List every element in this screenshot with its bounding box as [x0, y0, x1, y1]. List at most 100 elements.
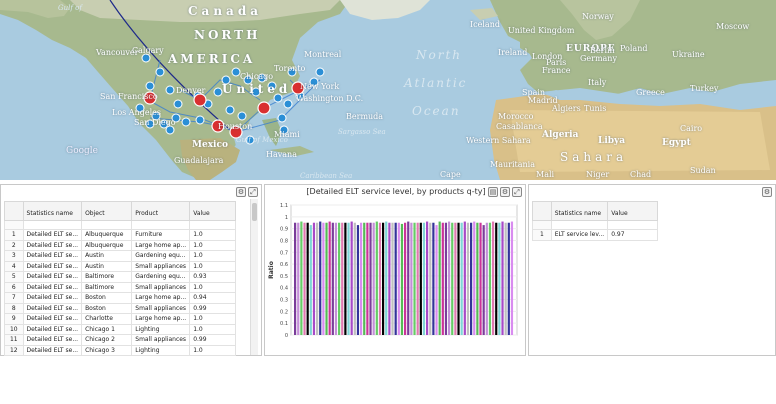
chart-bar[interactable] [495, 222, 498, 335]
cell-value[interactable]: 1.0 [189, 281, 236, 293]
chart-bar[interactable] [375, 221, 378, 335]
chart-bar[interactable] [385, 221, 388, 335]
warehouse-marker[interactable] [195, 115, 205, 125]
cell-product[interactable]: Small appliances [131, 334, 191, 346]
chart-bar[interactable] [407, 221, 410, 335]
cell-value[interactable]: 1.0 [189, 323, 236, 335]
expand-icon[interactable]: ⤢ [512, 187, 522, 197]
chart-bar[interactable] [363, 222, 366, 335]
chart-bar[interactable] [419, 222, 422, 335]
chart-bar[interactable] [410, 222, 413, 335]
chart-bar[interactable] [466, 222, 470, 335]
bar-chart[interactable]: 0 0.1 0.2 0.3 0.4 0.5 0.6 0.7 0.8 0.9 1 1.1 Ratio [265, 199, 525, 355]
cell-object[interactable]: Albuquerque [81, 229, 133, 241]
chart-bar[interactable] [422, 222, 426, 335]
row-index[interactable]: 7 [4, 292, 24, 304]
chart-bar[interactable] [382, 222, 385, 335]
filter-cell[interactable] [532, 220, 552, 230]
cell-product[interactable]: Small appliances [131, 302, 191, 314]
cell-statistics-name[interactable]: Detailed ELT se... [22, 323, 83, 335]
table-view-icon[interactable]: ▤ [488, 187, 498, 197]
row-index[interactable]: 4 [4, 260, 24, 272]
warehouse-marker[interactable] [181, 117, 191, 127]
warehouse-marker[interactable] [145, 81, 155, 91]
cell-object[interactable]: Austin [81, 250, 133, 262]
chart-bar[interactable] [347, 222, 350, 335]
warehouse-marker[interactable] [173, 99, 183, 109]
table-scrollbar[interactable] [250, 199, 258, 355]
row-index[interactable]: 5 [4, 271, 24, 283]
table-row[interactable]: 7 Detailed ELT se... Boston Large home ap..… [4, 292, 236, 304]
cell-value[interactable]: 1.0 [189, 229, 236, 241]
chart-bar[interactable] [319, 221, 322, 335]
chart-bar[interactable] [413, 222, 416, 335]
chart-bar[interactable] [507, 222, 510, 335]
table-row[interactable]: 1 ELT service lev... 0.97 [532, 229, 658, 241]
chart-bar[interactable] [473, 221, 476, 335]
cell-value[interactable]: 0.99 [189, 334, 236, 346]
table-row[interactable]: 1 Detailed ELT se... Albuquerque Furniture 1… [4, 229, 236, 241]
row-index[interactable]: 1 [4, 229, 24, 241]
filter-cell[interactable] [607, 220, 658, 230]
settings-icon[interactable]: ⚙ [762, 187, 772, 197]
chart-bar[interactable] [432, 222, 435, 335]
chart-bar[interactable] [504, 222, 507, 335]
cell-value[interactable]: 1.0 [189, 313, 236, 325]
chart-bar[interactable] [438, 221, 441, 335]
warehouse-marker[interactable] [155, 67, 165, 77]
warehouse-marker[interactable] [165, 125, 175, 135]
chart-bar[interactable] [426, 221, 429, 335]
cell-value[interactable]: 1.0 [189, 250, 236, 262]
chart-bar[interactable] [297, 222, 300, 335]
chart-bar[interactable] [300, 221, 303, 335]
row-index[interactable]: 10 [4, 323, 24, 335]
chart-bar[interactable] [328, 221, 331, 335]
cell-statistics-name[interactable]: Detailed ELT se... [22, 292, 83, 304]
cell-value[interactable]: 1.0 [189, 239, 236, 251]
expand-icon[interactable]: ⤢ [248, 187, 258, 197]
cell-object[interactable]: Baltimore [81, 271, 133, 283]
cell-value[interactable]: 0.93 [189, 271, 236, 283]
table-header-statistics-name[interactable]: Statistics name [550, 201, 609, 221]
chart-bar[interactable] [338, 222, 341, 335]
row-index[interactable]: 3 [4, 250, 24, 262]
cell-value[interactable]: 1.0 [189, 260, 236, 272]
chart-bar[interactable] [488, 222, 492, 335]
cell-object[interactable]: Chicago 3 [81, 344, 133, 356]
settings-icon[interactable]: ⚙ [500, 187, 510, 197]
chart-bar[interactable] [344, 222, 347, 335]
warehouse-marker[interactable] [231, 67, 241, 77]
table-row[interactable]: 9 Detailed ELT se... Charlotte Large home a… [4, 313, 236, 325]
chart-bar[interactable] [429, 222, 432, 335]
cell-statistics-name[interactable]: Detailed ELT se... [22, 239, 83, 251]
table-row[interactable]: 3 Detailed ELT se... Austin Gardening equ..… [4, 250, 236, 262]
chart-bar[interactable] [312, 222, 316, 335]
cell-product[interactable]: Large home ap... [131, 292, 191, 304]
chart-bar[interactable] [479, 222, 482, 335]
chart-bar[interactable] [501, 221, 504, 335]
chart-bar[interactable] [369, 222, 372, 335]
chart-bar[interactable] [416, 222, 419, 335]
warehouse-marker[interactable] [277, 113, 287, 123]
scrollbar-thumb[interactable] [252, 203, 257, 221]
warehouse-marker[interactable] [213, 87, 223, 97]
filter-cell[interactable] [550, 220, 609, 230]
filter-cell[interactable] [81, 220, 133, 230]
chart-bar[interactable] [334, 222, 338, 335]
chart-bar[interactable] [360, 222, 363, 335]
cell-product[interactable]: Gardening equ... [131, 250, 191, 262]
table-header-value[interactable]: Value [607, 201, 658, 221]
chart-bar[interactable] [460, 222, 463, 335]
chart-bar[interactable] [303, 222, 306, 335]
table-header-object[interactable]: Object [81, 201, 133, 221]
map-view[interactable]: Canada NORTH AMERICA United Mexico Gulf … [0, 0, 776, 180]
chart-bar[interactable] [448, 221, 451, 335]
cell-statistics-name[interactable]: Detailed ELT se... [22, 271, 83, 283]
chart-bar[interactable] [391, 222, 394, 335]
chart-bar[interactable] [492, 221, 495, 335]
row-index[interactable]: 11 [4, 334, 24, 346]
chart-bar[interactable] [441, 222, 444, 335]
cell-object[interactable]: Chicago 1 [81, 323, 133, 335]
chart-bar[interactable] [404, 222, 407, 335]
chart-bar[interactable] [378, 222, 382, 335]
